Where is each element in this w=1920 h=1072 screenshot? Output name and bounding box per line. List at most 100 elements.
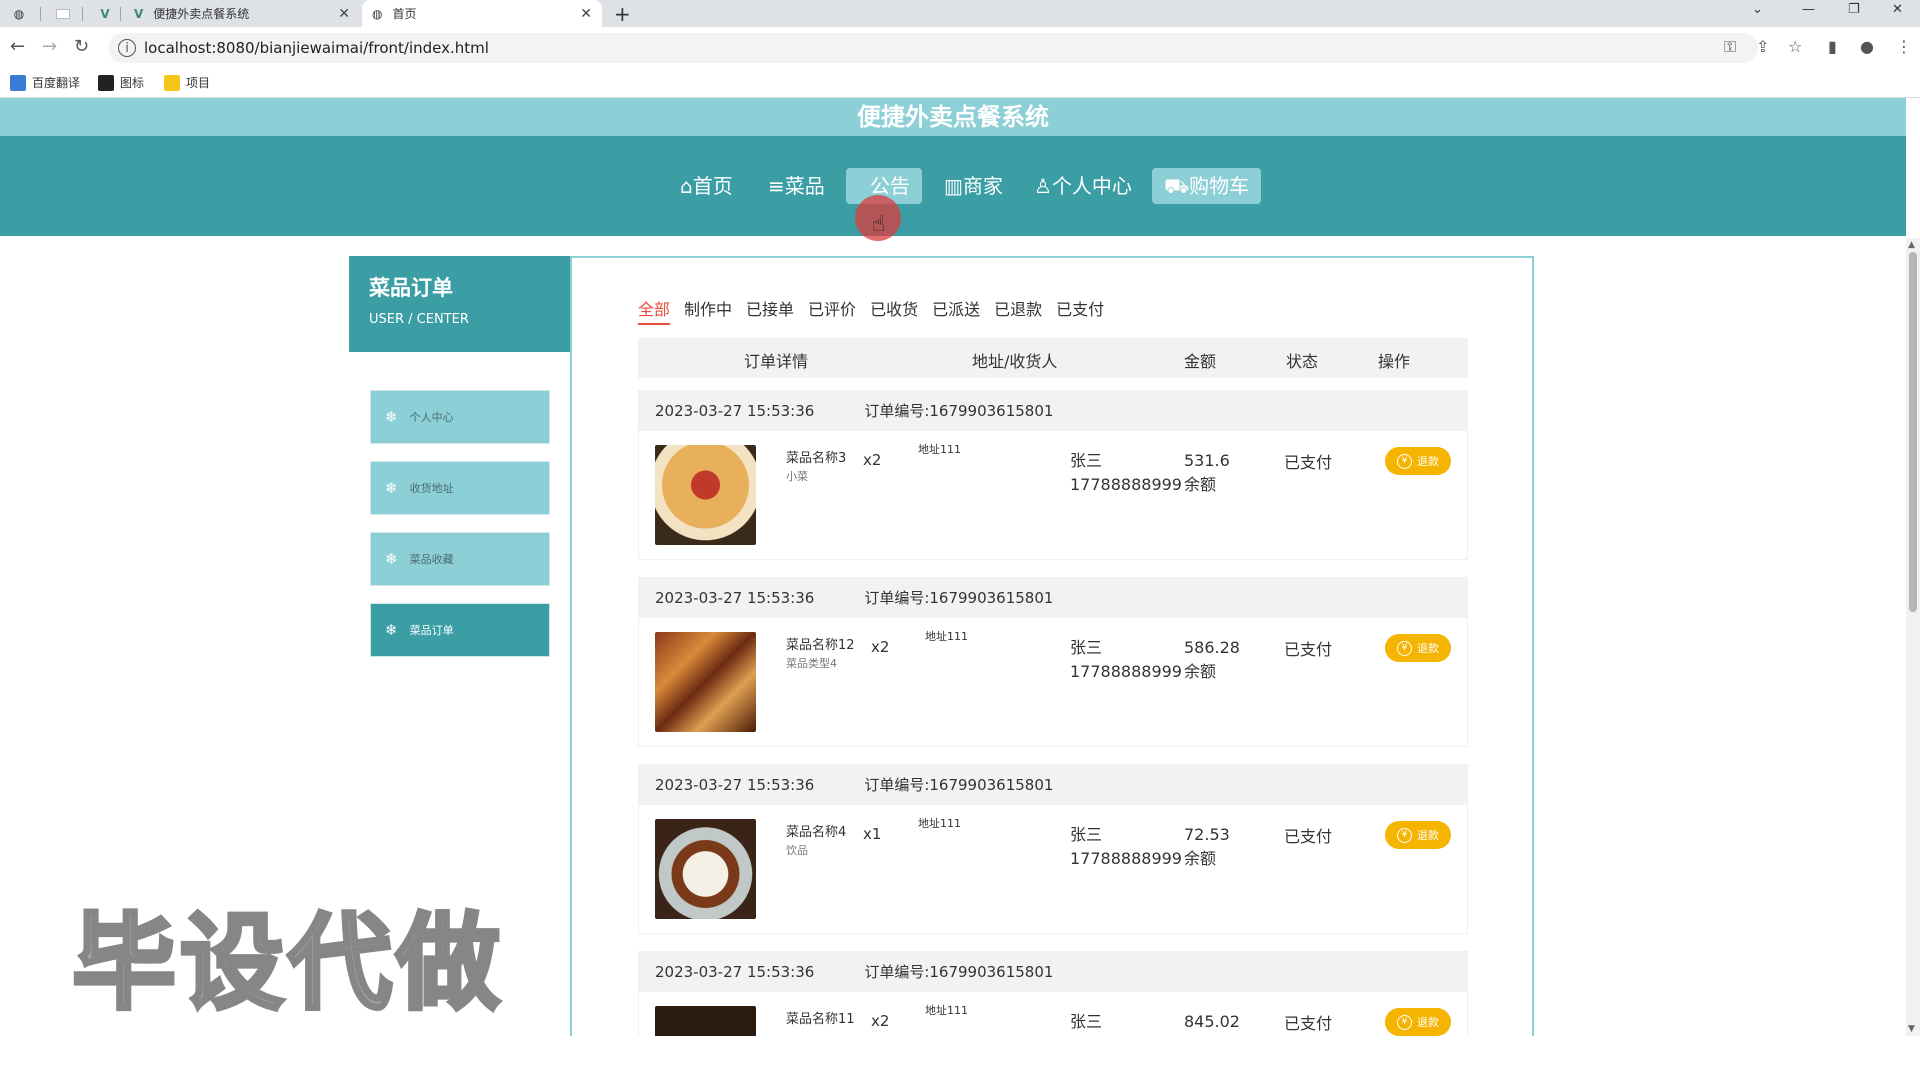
filter-delivering[interactable]: 已派送 xyxy=(932,296,980,325)
menu-icon[interactable]: ⋮ xyxy=(1896,37,1912,56)
nav-user-center[interactable]: ♙个人中心 xyxy=(1022,168,1144,204)
side-panel-icon[interactable]: ▮ xyxy=(1828,37,1837,56)
dish-qty: x1 xyxy=(863,825,882,843)
restore-button[interactable]: ❐ xyxy=(1848,2,1860,17)
filter-received[interactable]: 已收货 xyxy=(870,296,918,325)
close-icon[interactable]: ✕ xyxy=(338,6,350,22)
browser-tab-active[interactable]: ◍ 首页 ✕ xyxy=(362,0,602,27)
store-icon: ▥ xyxy=(944,174,963,198)
home-icon: ⌂ xyxy=(680,174,693,198)
browser-tab[interactable]: ◍ xyxy=(0,0,38,27)
order-body: 菜品名称3 小菜 x2 地址111 张三 17788888999 531.6 余额 … xyxy=(639,431,1467,561)
bookmark-item[interactable]: 百度翻译 xyxy=(10,74,80,91)
refund-button[interactable]: ¥ 退款 xyxy=(1385,447,1451,475)
amount: 845.02 xyxy=(1184,1010,1240,1034)
dish-name: 菜品名称4 xyxy=(786,825,847,840)
profile-icon[interactable]: ● xyxy=(1860,37,1874,56)
address-toolbar: ← → ↻ i localhost:8080/bianjiewaimai/fro… xyxy=(0,27,1920,68)
back-button[interactable]: ← xyxy=(10,36,25,57)
info-icon[interactable]: i xyxy=(118,39,136,57)
receiver-phone: 17788888999 xyxy=(1070,849,1182,868)
filter-paid[interactable]: 已支付 xyxy=(1056,296,1104,325)
column-header: 操作 xyxy=(1378,352,1411,371)
dish-image[interactable] xyxy=(655,445,756,545)
filter-reviewed[interactable]: 已评价 xyxy=(808,296,856,325)
yen-icon: ¥ xyxy=(1397,1014,1412,1030)
browser-tab[interactable]: V 便捷外卖点餐系统 ✕ xyxy=(124,0,360,27)
key-icon[interactable]: ⚿ xyxy=(1724,37,1736,57)
minimize-button[interactable]: — xyxy=(1802,2,1815,17)
dish-image[interactable] xyxy=(655,819,756,919)
receiver-name: 张三 xyxy=(1070,825,1103,844)
filter-making[interactable]: 制作中 xyxy=(684,296,732,325)
order-header: 2023-03-27 15:53:36 订单编号:1679903615801 xyxy=(639,391,1467,431)
reload-button[interactable]: ↻ xyxy=(74,36,89,57)
address-bar[interactable]: i localhost:8080/bianjiewaimai/front/ind… xyxy=(108,33,1758,63)
site-title: 便捷外卖点餐系统 xyxy=(0,98,1906,136)
refund-button[interactable]: ¥ 退款 xyxy=(1385,634,1451,662)
browser-tab[interactable]: V xyxy=(86,0,124,27)
order-card: 2023-03-27 15:53:36 订单编号:1679903615801 菜品… xyxy=(638,577,1468,747)
receiver-phone: 17788888999 xyxy=(1070,475,1182,494)
filter-accepted[interactable]: 已接单 xyxy=(746,296,794,325)
bookmark-item[interactable]: 项目 xyxy=(164,74,210,91)
refund-button[interactable]: ¥ 退款 xyxy=(1385,821,1451,849)
yen-icon: ¥ xyxy=(1397,640,1412,656)
column-header: 状态 xyxy=(1286,352,1319,371)
amount-value: 531.6 xyxy=(1184,451,1230,470)
forward-button[interactable]: → xyxy=(42,36,57,57)
receiver: 张三 17788888999 xyxy=(1070,449,1182,497)
dish-image[interactable] xyxy=(655,1006,756,1036)
browser-tab[interactable] xyxy=(44,0,82,27)
vue-logo-icon: V xyxy=(134,6,144,21)
image-icon xyxy=(98,74,114,91)
sidebar-header: 菜品订单 USER / CENTER xyxy=(349,256,570,352)
pay-method: 余额 xyxy=(1184,849,1217,868)
sidebar-title: 菜品订单 xyxy=(369,276,453,300)
dish-name: 菜品名称3 xyxy=(786,451,847,466)
sidebar-subtitle: USER / CENTER xyxy=(369,312,469,327)
chevron-down-icon[interactable]: ⌄ xyxy=(1752,2,1763,17)
globe-icon: ◍ xyxy=(372,6,383,21)
bottom-blank xyxy=(0,1036,1920,1072)
bookmarks-bar: 百度翻译 图标 项目 xyxy=(0,68,1920,98)
nav-label: 首页 xyxy=(692,174,733,198)
dish-type: 小菜 xyxy=(786,470,808,483)
dish-qty: x2 xyxy=(871,1012,890,1030)
nav-merchants[interactable]: ▥商家 xyxy=(932,168,1015,204)
refund-button[interactable]: ¥ 退款 xyxy=(1385,1008,1451,1036)
close-icon[interactable]: ✕ xyxy=(580,6,592,22)
bookmark-item[interactable]: 图标 xyxy=(98,74,144,91)
nav-dishes[interactable]: ≡菜品 xyxy=(756,168,837,204)
order-time: 2023-03-27 15:53:36 xyxy=(655,589,815,607)
dish-image[interactable] xyxy=(655,632,756,732)
snowflake-icon: ❄ xyxy=(385,479,398,497)
filter-all[interactable]: 全部 xyxy=(638,296,671,325)
nav-home[interactable]: ⌂首页 xyxy=(668,168,745,204)
sidebar-item-address[interactable]: ❄ 收货地址 xyxy=(370,461,550,515)
scroll-down-icon[interactable]: ▼ xyxy=(1908,1024,1915,1034)
scroll-up-icon[interactable]: ▲ xyxy=(1908,240,1915,250)
sidebar-item-user-center[interactable]: ❄ 个人中心 xyxy=(370,390,550,444)
page-scrollbar[interactable]: ▲ ▼ xyxy=(1906,238,1920,1036)
tab-title: 首页 xyxy=(392,7,417,21)
url-text: localhost:8080/bianjiewaimai/front/index… xyxy=(144,39,489,57)
main-nav: ⌂首页 ≡菜品 公告 ▥商家 ♙个人中心 ⛟购物车 ☝ xyxy=(0,136,1906,241)
sidebar-item-favorites[interactable]: ❄ 菜品收藏 xyxy=(370,532,550,586)
filter-refunded[interactable]: 已退款 xyxy=(994,296,1042,325)
screen: ◍ V V 便捷外卖点餐系统 ✕ ◍ 首页 ✕ + ⌄ — ❐ ✕ ← → ↻ … xyxy=(0,0,1920,1072)
order-address: 地址111 xyxy=(925,1004,968,1017)
scrollbar-thumb[interactable] xyxy=(1909,252,1917,612)
nav-cart[interactable]: ⛟购物车 xyxy=(1152,168,1262,204)
order-status: 已支付 xyxy=(1284,827,1333,846)
share-icon[interactable]: ⇪ xyxy=(1756,37,1769,56)
amount: 72.53 余额 xyxy=(1184,823,1230,871)
tab-separator xyxy=(40,7,41,21)
star-icon[interactable]: ☆ xyxy=(1788,37,1802,56)
snowflake-icon: ❄ xyxy=(385,621,398,639)
new-tab-button[interactable]: + xyxy=(614,2,631,26)
nav-label: 商家 xyxy=(962,174,1003,198)
sidebar-item-orders[interactable]: ❄ 菜品订单 xyxy=(370,603,550,657)
window-close-button[interactable]: ✕ xyxy=(1892,2,1903,17)
order-body: 菜品名称11 x2 地址111 张三 845.02 已支付 ¥ 退款 xyxy=(639,992,1467,1036)
